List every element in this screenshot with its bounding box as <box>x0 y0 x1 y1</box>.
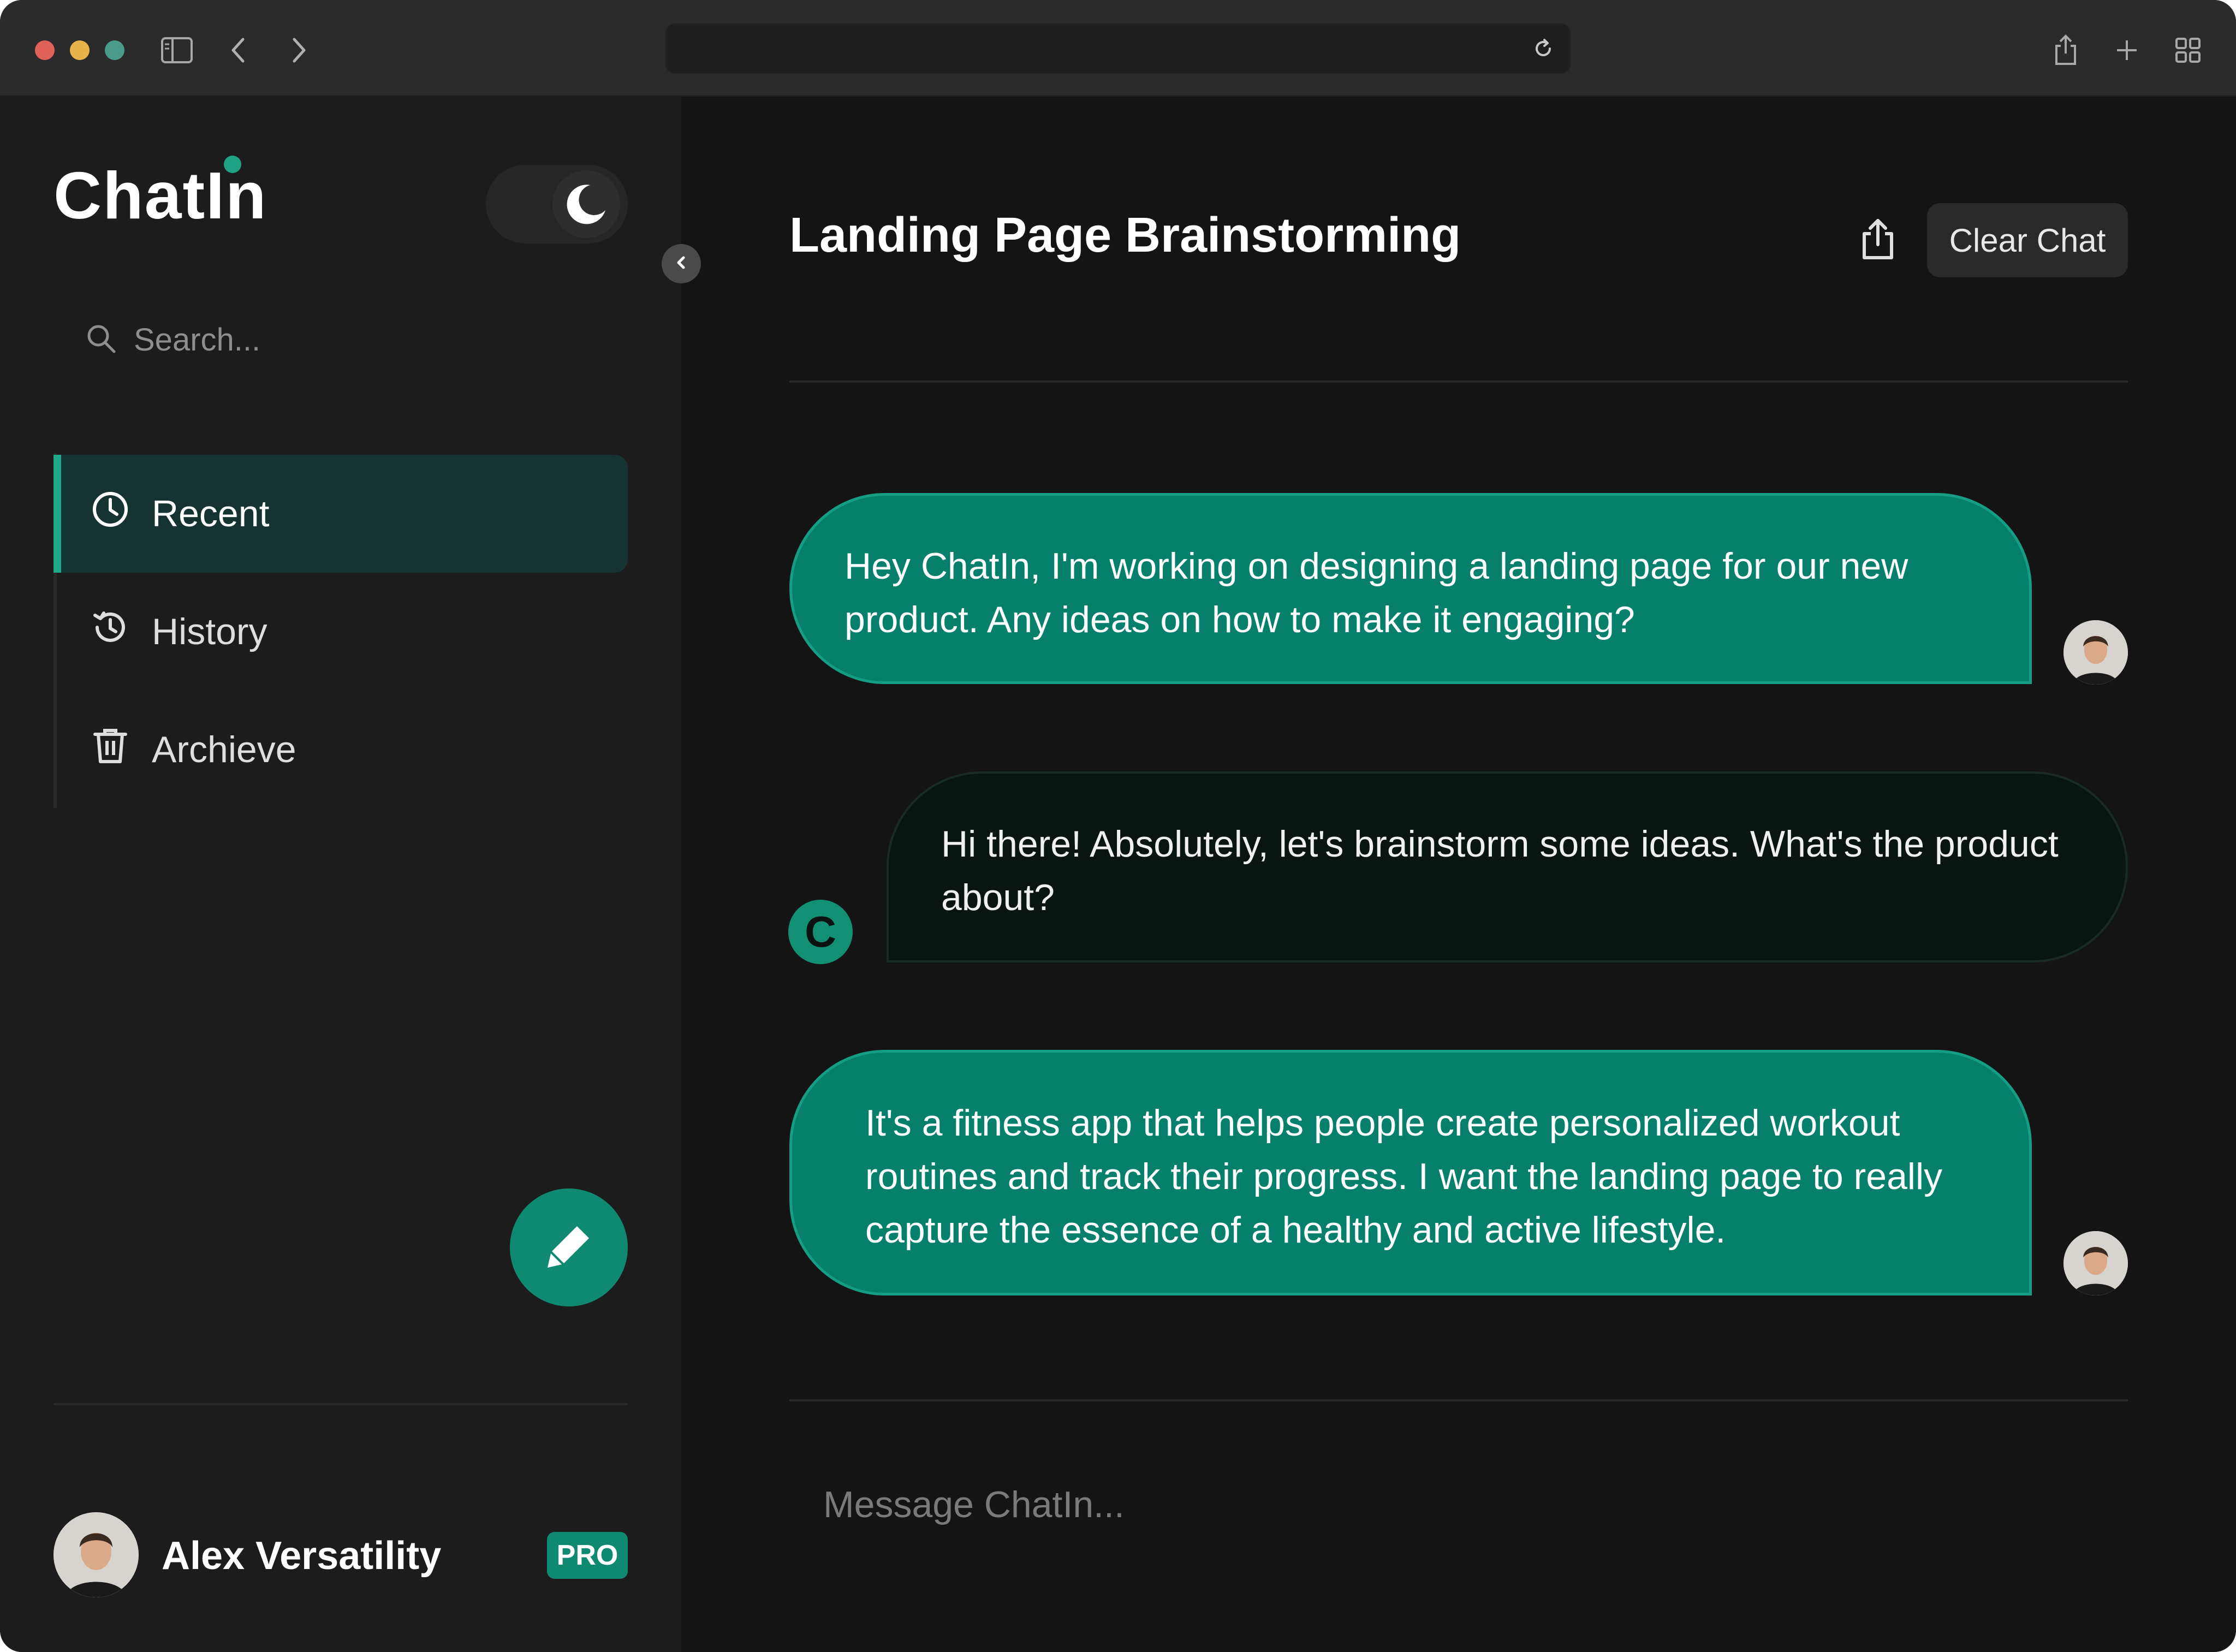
zoom-window-button[interactable] <box>105 40 124 60</box>
forward-icon[interactable] <box>277 28 321 72</box>
sidebar-item-label: History <box>152 611 267 652</box>
user-message: It's a fitness app that helps people cre… <box>789 1050 2032 1296</box>
search-icon <box>85 322 117 358</box>
header-divider <box>789 381 2128 383</box>
close-window-button[interactable] <box>35 40 55 60</box>
search-bar <box>85 315 576 364</box>
message-input[interactable] <box>822 1474 2080 1535</box>
browser-window: ChatIn Recent History <box>0 0 2236 1652</box>
sidebar-item-label: Archieve <box>152 729 296 770</box>
history-icon <box>91 608 130 656</box>
message-text: It's a fitness app that helps people cre… <box>865 1102 1943 1251</box>
sidebar-item-recent[interactable]: Recent <box>53 455 628 573</box>
message-text: Hi there! Absolutely, let's brainstorm s… <box>941 823 2059 918</box>
browser-toolbar <box>0 0 2236 97</box>
message-text: Hey ChatIn, I'm working on designing a l… <box>845 545 1908 640</box>
user-avatar[interactable] <box>53 1512 139 1597</box>
sidebar-item-archieve[interactable]: Archieve <box>53 691 628 809</box>
clear-chat-button[interactable]: Clear Chat <box>1927 203 2128 277</box>
moon-icon <box>552 170 620 238</box>
collapse-sidebar-button[interactable] <box>662 244 701 283</box>
user-message-avatar <box>2063 1231 2128 1296</box>
reload-icon[interactable] <box>1530 35 1557 62</box>
upload-icon <box>1859 217 1897 264</box>
pencil-icon <box>544 1222 593 1274</box>
user-message: Hey ChatIn, I'm working on designing a l… <box>789 493 2032 684</box>
sidebar-divider <box>53 1403 628 1405</box>
trash-icon <box>91 726 130 774</box>
bot-message: Hi there! Absolutely, let's brainstorm s… <box>887 771 2128 962</box>
user-name: Alex Versatility <box>162 1534 442 1578</box>
minimize-window-button[interactable] <box>70 40 90 60</box>
tab-overview-icon[interactable] <box>2166 28 2210 72</box>
user-message-avatar <box>2063 620 2128 685</box>
address-bar[interactable] <box>665 23 1571 74</box>
new-tab-icon[interactable] <box>2105 28 2149 72</box>
new-chat-button[interactable] <box>510 1189 628 1306</box>
clock-icon <box>91 490 130 538</box>
sidebar-item-history[interactable]: History <box>53 573 628 691</box>
pro-badge: PRO <box>547 1532 628 1579</box>
page-title: Landing Page Brainstorming <box>789 208 1461 263</box>
logo-dot <box>224 156 241 173</box>
sidebar-item-label: Recent <box>152 493 270 534</box>
sidebar: ChatIn Recent History <box>0 97 681 1652</box>
chevron-left-icon <box>674 255 689 273</box>
sidebar-icon[interactable] <box>155 28 199 72</box>
share-icon[interactable] <box>2044 28 2088 72</box>
search-input[interactable] <box>133 320 550 359</box>
back-icon[interactable] <box>216 28 260 72</box>
bot-avatar: C <box>788 900 853 964</box>
theme-toggle[interactable] <box>486 165 628 243</box>
share-chat-button[interactable] <box>1851 213 1905 268</box>
composer-divider <box>789 1399 2128 1401</box>
